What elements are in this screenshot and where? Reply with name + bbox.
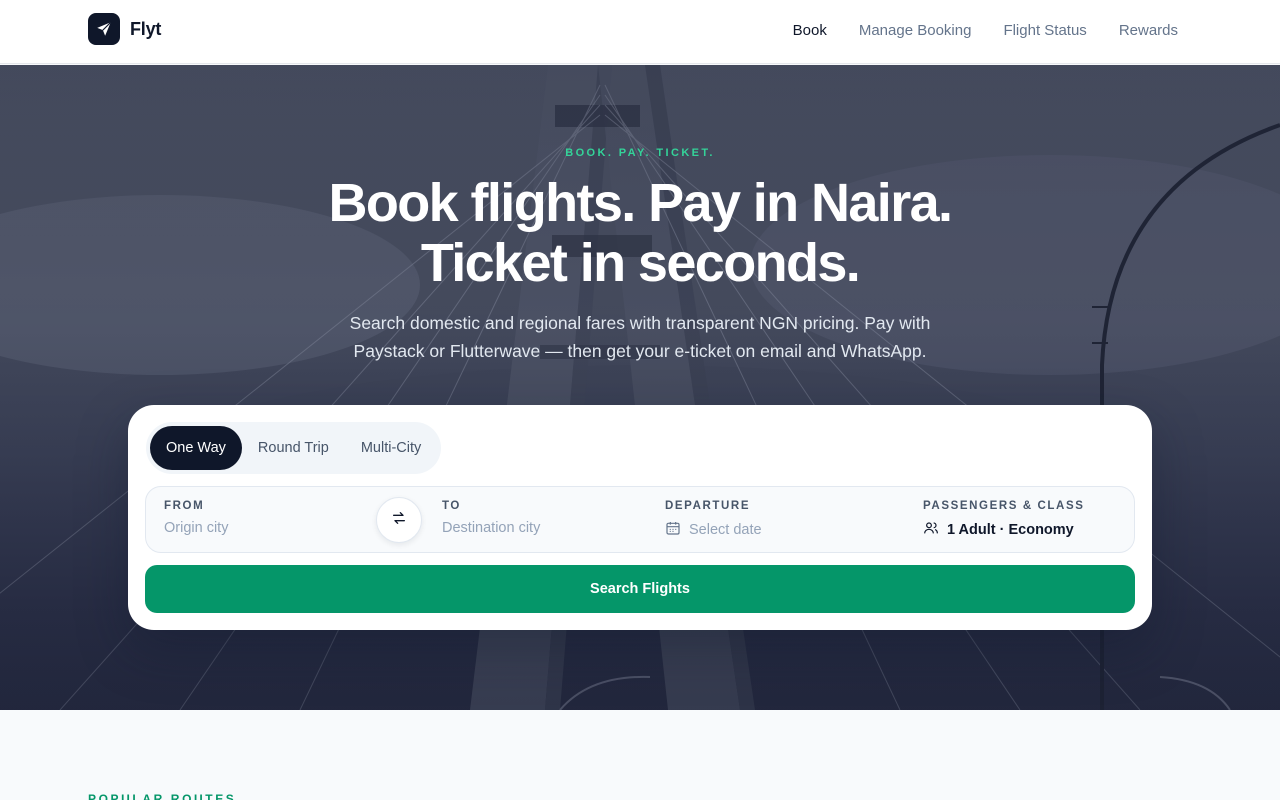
passengers-label: PASSENGERS & CLASS bbox=[923, 500, 1085, 512]
nav-link-flight-status[interactable]: Flight Status bbox=[1003, 22, 1086, 39]
from-input[interactable]: Origin city bbox=[164, 520, 228, 536]
popular-routes-eyebrow: POPULAR ROUTES bbox=[88, 792, 237, 800]
tab-one-way[interactable]: One Way bbox=[150, 426, 242, 470]
nav-link-rewards[interactable]: Rewards bbox=[1119, 22, 1178, 39]
calendar-icon bbox=[665, 520, 681, 540]
from-field[interactable]: FROM Origin city bbox=[164, 487, 364, 552]
flight-search-card: One Way Round Trip Multi-City FROM Origi… bbox=[128, 405, 1152, 630]
departure-input[interactable]: Select date bbox=[665, 520, 762, 540]
hero-title-line-2: Ticket in seconds. bbox=[420, 233, 861, 293]
hero-subtitle: Search domestic and regional fares with … bbox=[349, 313, 931, 361]
departure-field[interactable]: DEPARTURE Select date bbox=[665, 487, 885, 552]
to-label: TO bbox=[442, 500, 461, 512]
nav-link-manage-booking[interactable]: Manage Booking bbox=[859, 22, 972, 39]
passengers-select[interactable]: 1 Adult · Economy bbox=[923, 520, 1074, 540]
to-field[interactable]: TO Destination city bbox=[442, 487, 642, 552]
paper-plane-icon bbox=[88, 13, 120, 45]
brand-logo[interactable]: Flyt bbox=[88, 13, 161, 45]
passengers-class-field[interactable]: PASSENGERS & CLASS 1 Adult · Economy bbox=[923, 487, 1123, 552]
nav-link-book[interactable]: Book bbox=[793, 22, 827, 39]
main-nav: Book Manage Booking Flight Status Reward… bbox=[793, 22, 1178, 39]
search-fields-row: FROM Origin city TO Destination city DEP… bbox=[145, 486, 1135, 553]
swap-arrows-icon bbox=[391, 510, 407, 531]
tab-round-trip[interactable]: Round Trip bbox=[242, 426, 345, 470]
users-icon bbox=[923, 520, 939, 540]
departure-placeholder: Select date bbox=[689, 522, 762, 538]
tab-multi-city[interactable]: Multi-City bbox=[345, 426, 437, 470]
brand-name: Flyt bbox=[130, 18, 162, 39]
hero-title: Book flights. Pay in Naira. Ticket in se… bbox=[0, 173, 1280, 293]
top-navigation-bar: Flyt Book Manage Booking Flight Status R… bbox=[0, 0, 1280, 64]
hero-eyebrow: BOOK. PAY. TICKET. bbox=[565, 147, 715, 159]
passengers-value: 1 Adult · Economy bbox=[947, 522, 1074, 538]
hero-title-line-1: Book flights. Pay in Naira. bbox=[328, 173, 954, 233]
to-input[interactable]: Destination city bbox=[442, 520, 540, 536]
search-flights-button[interactable]: Search Flights bbox=[145, 565, 1135, 613]
swap-cities-button[interactable] bbox=[376, 497, 422, 543]
departure-label: DEPARTURE bbox=[665, 500, 751, 512]
from-label: FROM bbox=[164, 500, 205, 512]
trip-type-tabs: One Way Round Trip Multi-City bbox=[146, 422, 442, 474]
